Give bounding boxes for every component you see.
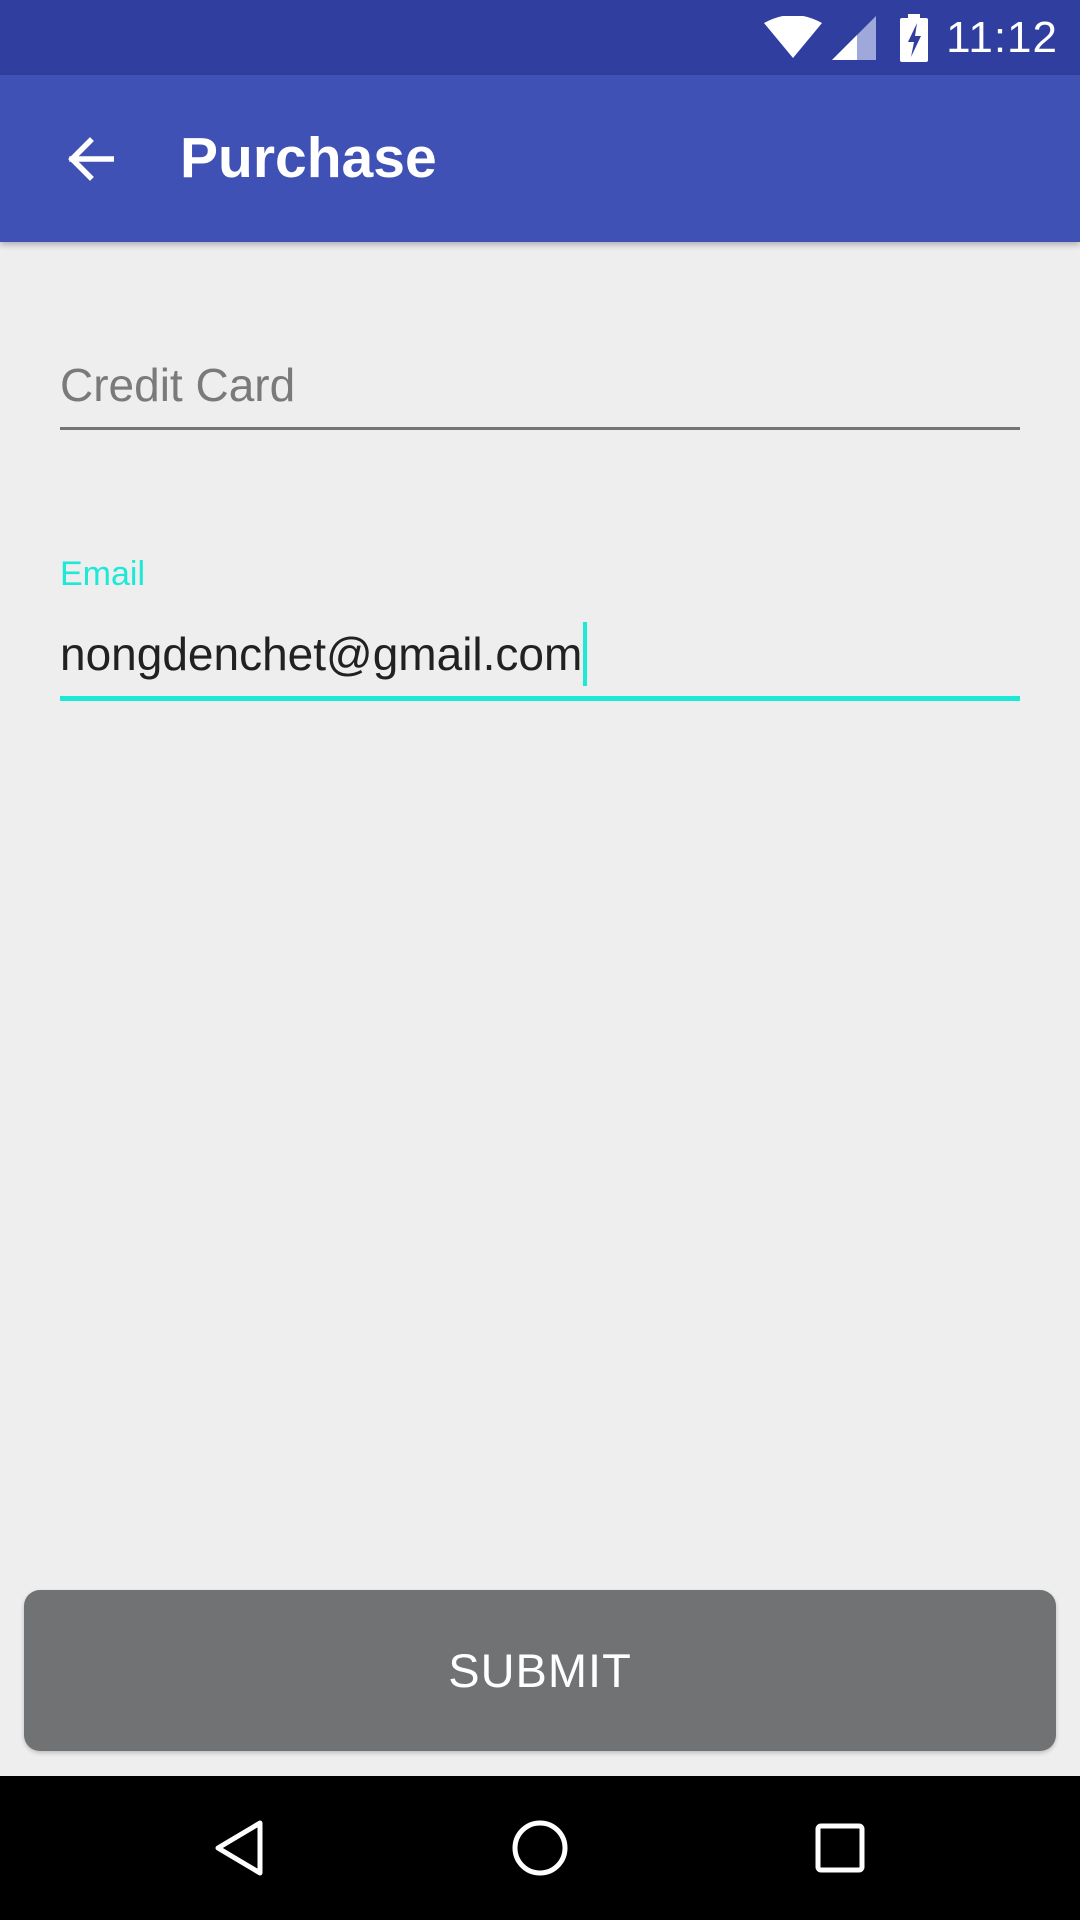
nav-home-button[interactable] bbox=[490, 1798, 590, 1898]
status-icons: 11:12 bbox=[764, 0, 1058, 75]
email-underline bbox=[60, 696, 1020, 701]
back-button[interactable] bbox=[40, 109, 140, 209]
app-bar: Purchase bbox=[0, 75, 1080, 242]
back-triangle-icon bbox=[215, 1820, 263, 1876]
credit-card-field bbox=[60, 345, 1020, 430]
recents-square-icon bbox=[815, 1823, 865, 1873]
nav-back-button[interactable] bbox=[190, 1798, 290, 1898]
page-title: Purchase bbox=[180, 126, 437, 190]
nav-recents-button[interactable] bbox=[790, 1798, 890, 1898]
home-circle-icon bbox=[512, 1820, 568, 1876]
text-cursor bbox=[583, 622, 588, 686]
wifi-icon bbox=[764, 15, 823, 58]
status-bar: 11:12 bbox=[0, 0, 1080, 75]
email-field[interactable]: nongdenchet@gmail.com bbox=[60, 614, 1020, 701]
credit-card-input[interactable] bbox=[60, 345, 1020, 425]
submit-button[interactable]: SUBMIT bbox=[24, 1590, 1056, 1751]
email-label: Email bbox=[60, 555, 146, 593]
navigation-bar bbox=[0, 1776, 1080, 1920]
status-time: 11:12 bbox=[946, 13, 1058, 62]
cell-signal-icon bbox=[832, 15, 877, 60]
arrow-back-icon bbox=[68, 137, 114, 181]
email-input[interactable]: nongdenchet@gmail.com bbox=[60, 614, 1020, 694]
email-value: nongdenchet@gmail.com bbox=[60, 628, 583, 680]
credit-card-underline bbox=[60, 427, 1020, 430]
battery-charging-icon bbox=[900, 13, 929, 62]
